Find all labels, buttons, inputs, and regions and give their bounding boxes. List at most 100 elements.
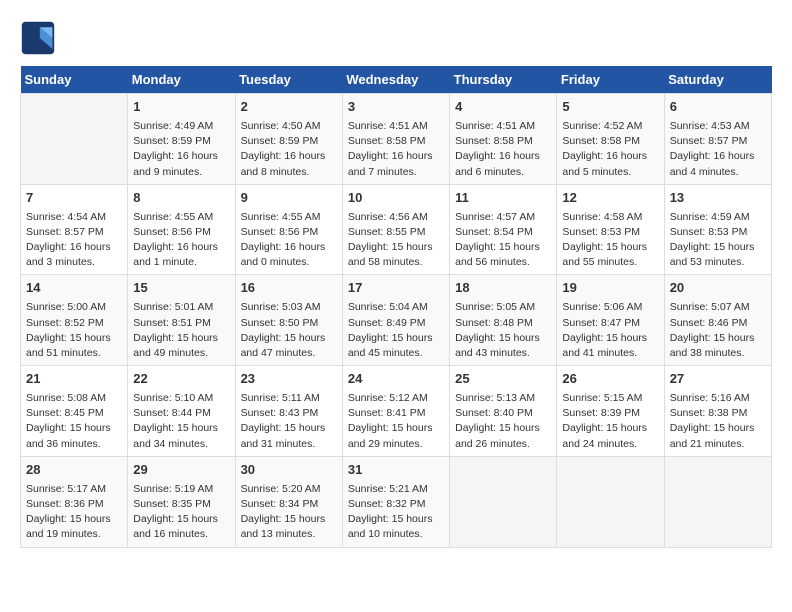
day-info: Sunrise: 5:17 AMSunset: 8:36 PMDaylight:… bbox=[26, 482, 122, 543]
day-number: 28 bbox=[26, 461, 122, 480]
calendar-cell: 1Sunrise: 4:49 AMSunset: 8:59 PMDaylight… bbox=[128, 94, 235, 185]
col-header-sunday: Sunday bbox=[21, 66, 128, 94]
day-info: Sunrise: 4:54 AMSunset: 8:57 PMDaylight:… bbox=[26, 210, 122, 271]
calendar-cell: 2 Sunrise: 4:50 AMSunset: 8:59 PMDaylight… bbox=[235, 94, 342, 185]
col-header-monday: Monday bbox=[128, 66, 235, 94]
calendar-cell: 28 Sunrise: 5:17 AMSunset: 8:36 PMDayligh… bbox=[21, 456, 128, 547]
calendar-cell: 17 Sunrise: 5:04 AMSunset: 8:49 PMDayligh… bbox=[342, 275, 449, 366]
day-info: Sunrise: 5:12 AMSunset: 8:41 PMDaylight:… bbox=[348, 391, 444, 452]
day-number: 3 bbox=[348, 98, 444, 117]
day-info: Sunrise: 5:03 AMSunset: 8:50 PMDaylight:… bbox=[241, 300, 337, 361]
calendar-cell: 22 Sunrise: 5:10 AMSunset: 8:44 PMDayligh… bbox=[128, 366, 235, 457]
calendar-cell: 14 Sunrise: 5:00 AMSunset: 8:52 PMDayligh… bbox=[21, 275, 128, 366]
logo-icon bbox=[20, 20, 56, 56]
calendar-cell: 11Sunrise: 4:57 AMSunset: 8:54 PMDayligh… bbox=[450, 184, 557, 275]
calendar-cell: 29Sunrise: 5:19 AMSunset: 8:35 PMDayligh… bbox=[128, 456, 235, 547]
calendar-cell bbox=[557, 456, 664, 547]
day-number: 18 bbox=[455, 279, 551, 298]
day-info: Sunrise: 4:59 AMSunset: 8:53 PMDaylight:… bbox=[670, 210, 766, 271]
day-number: 26 bbox=[562, 370, 658, 389]
calendar-week-3: 14 Sunrise: 5:00 AMSunset: 8:52 PMDayligh… bbox=[21, 275, 772, 366]
day-number: 6 bbox=[670, 98, 766, 117]
day-info: Sunrise: 4:55 AMSunset: 8:56 PMDaylight:… bbox=[241, 210, 337, 271]
calendar-cell: 20 Sunrise: 5:07 AMSunset: 8:46 PMDayligh… bbox=[664, 275, 771, 366]
day-number: 13 bbox=[670, 189, 766, 208]
calendar-cell: 24 Sunrise: 5:12 AMSunset: 8:41 PMDayligh… bbox=[342, 366, 449, 457]
day-number: 12 bbox=[562, 189, 658, 208]
calendar-cell: 12 Sunrise: 4:58 AMSunset: 8:53 PMDayligh… bbox=[557, 184, 664, 275]
day-info: Sunrise: 5:04 AMSunset: 8:49 PMDaylight:… bbox=[348, 300, 444, 361]
calendar-cell: 16Sunrise: 5:03 AMSunset: 8:50 PMDayligh… bbox=[235, 275, 342, 366]
calendar-cell: 13 Sunrise: 4:59 AMSunset: 8:53 PMDayligh… bbox=[664, 184, 771, 275]
day-number: 30 bbox=[241, 461, 337, 480]
day-number: 15 bbox=[133, 279, 229, 298]
calendar-week-1: 1Sunrise: 4:49 AMSunset: 8:59 PMDaylight… bbox=[21, 94, 772, 185]
calendar-cell: 10 Sunrise: 4:56 AMSunset: 8:55 PMDayligh… bbox=[342, 184, 449, 275]
day-number: 4 bbox=[455, 98, 551, 117]
day-number: 2 bbox=[241, 98, 337, 117]
calendar-cell: 5Sunrise: 4:52 AMSunset: 8:58 PMDaylight… bbox=[557, 94, 664, 185]
calendar-cell: 9Sunrise: 4:55 AMSunset: 8:56 PMDaylight… bbox=[235, 184, 342, 275]
calendar-week-5: 28 Sunrise: 5:17 AMSunset: 8:36 PMDayligh… bbox=[21, 456, 772, 547]
day-info: Sunrise: 4:58 AMSunset: 8:53 PMDaylight:… bbox=[562, 210, 658, 271]
day-number: 7 bbox=[26, 189, 122, 208]
day-number: 27 bbox=[670, 370, 766, 389]
calendar-cell: 18 Sunrise: 5:05 AMSunset: 8:48 PMDayligh… bbox=[450, 275, 557, 366]
calendar-cell: 15 Sunrise: 5:01 AMSunset: 8:51 PMDayligh… bbox=[128, 275, 235, 366]
calendar-cell bbox=[21, 94, 128, 185]
day-number: 19 bbox=[562, 279, 658, 298]
page-header bbox=[20, 20, 772, 56]
calendar-week-4: 21 Sunrise: 5:08 AMSunset: 8:45 PMDayligh… bbox=[21, 366, 772, 457]
col-header-wednesday: Wednesday bbox=[342, 66, 449, 94]
day-number: 25 bbox=[455, 370, 551, 389]
day-info: Sunrise: 5:20 AMSunset: 8:34 PMDaylight:… bbox=[241, 482, 337, 543]
day-number: 17 bbox=[348, 279, 444, 298]
calendar-table: SundayMondayTuesdayWednesdayThursdayFrid… bbox=[20, 66, 772, 548]
day-info: Sunrise: 4:51 AMSunset: 8:58 PMDaylight:… bbox=[455, 119, 551, 180]
day-number: 23 bbox=[241, 370, 337, 389]
calendar-cell: 27 Sunrise: 5:16 AMSunset: 8:38 PMDayligh… bbox=[664, 366, 771, 457]
day-info: Sunrise: 5:10 AMSunset: 8:44 PMDaylight:… bbox=[133, 391, 229, 452]
day-info: Sunrise: 4:55 AMSunset: 8:56 PMDaylight:… bbox=[133, 210, 229, 271]
calendar-cell: 21 Sunrise: 5:08 AMSunset: 8:45 PMDayligh… bbox=[21, 366, 128, 457]
day-info: Sunrise: 5:15 AMSunset: 8:39 PMDaylight:… bbox=[562, 391, 658, 452]
day-info: Sunrise: 4:49 AMSunset: 8:59 PMDaylight:… bbox=[133, 119, 229, 180]
col-header-thursday: Thursday bbox=[450, 66, 557, 94]
day-info: Sunrise: 5:01 AMSunset: 8:51 PMDaylight:… bbox=[133, 300, 229, 361]
day-info: Sunrise: 4:53 AMSunset: 8:57 PMDaylight:… bbox=[670, 119, 766, 180]
col-header-saturday: Saturday bbox=[664, 66, 771, 94]
column-headers: SundayMondayTuesdayWednesdayThursdayFrid… bbox=[21, 66, 772, 94]
day-number: 21 bbox=[26, 370, 122, 389]
calendar-cell bbox=[450, 456, 557, 547]
day-number: 22 bbox=[133, 370, 229, 389]
calendar-cell bbox=[664, 456, 771, 547]
calendar-week-2: 7 Sunrise: 4:54 AMSunset: 8:57 PMDaylight… bbox=[21, 184, 772, 275]
day-info: Sunrise: 5:16 AMSunset: 8:38 PMDaylight:… bbox=[670, 391, 766, 452]
day-info: Sunrise: 5:13 AMSunset: 8:40 PMDaylight:… bbox=[455, 391, 551, 452]
calendar-cell: 6 Sunrise: 4:53 AMSunset: 8:57 PMDaylight… bbox=[664, 94, 771, 185]
col-header-friday: Friday bbox=[557, 66, 664, 94]
day-info: Sunrise: 5:07 AMSunset: 8:46 PMDaylight:… bbox=[670, 300, 766, 361]
calendar-cell: 23 Sunrise: 5:11 AMSunset: 8:43 PMDayligh… bbox=[235, 366, 342, 457]
day-info: Sunrise: 5:05 AMSunset: 8:48 PMDaylight:… bbox=[455, 300, 551, 361]
day-info: Sunrise: 5:06 AMSunset: 8:47 PMDaylight:… bbox=[562, 300, 658, 361]
col-header-tuesday: Tuesday bbox=[235, 66, 342, 94]
calendar-cell: 30 Sunrise: 5:20 AMSunset: 8:34 PMDayligh… bbox=[235, 456, 342, 547]
day-info: Sunrise: 4:51 AMSunset: 8:58 PMDaylight:… bbox=[348, 119, 444, 180]
day-number: 14 bbox=[26, 279, 122, 298]
calendar-cell: 26 Sunrise: 5:15 AMSunset: 8:39 PMDayligh… bbox=[557, 366, 664, 457]
day-number: 5 bbox=[562, 98, 658, 117]
day-info: Sunrise: 5:08 AMSunset: 8:45 PMDaylight:… bbox=[26, 391, 122, 452]
day-number: 31 bbox=[348, 461, 444, 480]
day-info: Sunrise: 4:50 AMSunset: 8:59 PMDaylight:… bbox=[241, 119, 337, 180]
day-info: Sunrise: 5:21 AMSunset: 8:32 PMDaylight:… bbox=[348, 482, 444, 543]
day-info: Sunrise: 4:56 AMSunset: 8:55 PMDaylight:… bbox=[348, 210, 444, 271]
day-number: 10 bbox=[348, 189, 444, 208]
day-number: 24 bbox=[348, 370, 444, 389]
day-number: 11 bbox=[455, 189, 551, 208]
day-number: 20 bbox=[670, 279, 766, 298]
day-number: 8 bbox=[133, 189, 229, 208]
day-info: Sunrise: 5:00 AMSunset: 8:52 PMDaylight:… bbox=[26, 300, 122, 361]
calendar-cell: 7 Sunrise: 4:54 AMSunset: 8:57 PMDaylight… bbox=[21, 184, 128, 275]
day-info: Sunrise: 5:11 AMSunset: 8:43 PMDaylight:… bbox=[241, 391, 337, 452]
